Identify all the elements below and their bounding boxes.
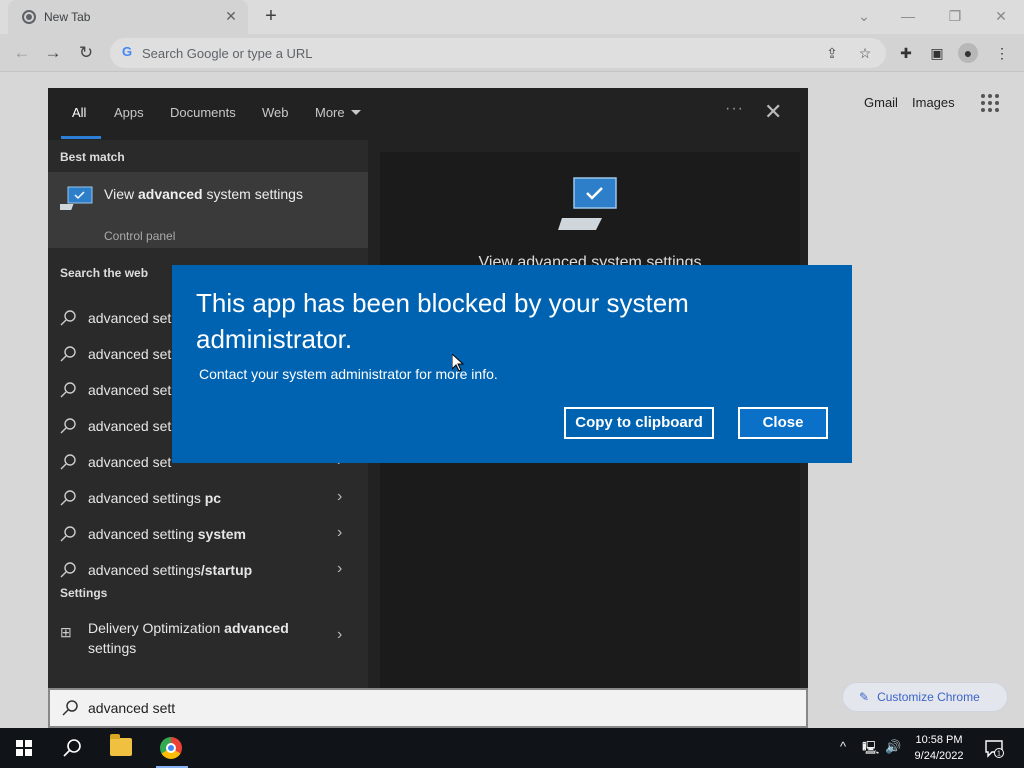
settings-heading: Settings bbox=[60, 586, 108, 600]
web-result-item[interactable]: advanced settings/startup › bbox=[48, 552, 368, 588]
tab-apps[interactable]: Apps bbox=[114, 105, 144, 120]
omnibox[interactable]: G Search Google or type a URL ⇪ ☆ bbox=[110, 38, 886, 68]
mouse-cursor-icon bbox=[452, 354, 464, 372]
notification-count: 1 bbox=[997, 751, 1001, 758]
windows-start-icon[interactable] bbox=[16, 740, 32, 756]
dialog-close-button[interactable]: Close bbox=[738, 407, 828, 439]
search-icon bbox=[60, 490, 76, 506]
tab-documents[interactable]: Documents bbox=[170, 105, 236, 120]
search-icon bbox=[60, 310, 76, 326]
search-icon bbox=[60, 346, 76, 362]
settings-item-delivery-optimization[interactable]: ⊞ Delivery Optimization advanced setting… bbox=[48, 618, 368, 668]
web-result-label: advanced settings pc bbox=[88, 490, 222, 506]
images-link[interactable]: Images bbox=[912, 95, 955, 110]
menu-kebab-icon[interactable]: ⋮ bbox=[992, 43, 1012, 63]
settings-item-label: Delivery Optimization advanced settings bbox=[88, 620, 289, 656]
share-icon[interactable]: ⇪ bbox=[822, 43, 842, 63]
clock-time: 10:58 PM bbox=[915, 734, 963, 746]
web-result-label: advanced set bbox=[88, 418, 172, 434]
profile-avatar-icon[interactable]: ● bbox=[958, 43, 978, 63]
google-g-icon: G bbox=[121, 44, 133, 59]
network-icon[interactable]: 🖳 bbox=[862, 739, 879, 761]
tab-search-chevron-icon[interactable]: ⌄ bbox=[850, 4, 878, 28]
search-icon bbox=[60, 382, 76, 398]
web-result-label: advanced setting system bbox=[88, 526, 247, 542]
web-result-label: advanced set bbox=[88, 454, 172, 470]
reload-icon[interactable]: ↻ bbox=[74, 41, 98, 65]
search-icon bbox=[60, 562, 76, 578]
forward-arrow-icon[interactable]: → bbox=[41, 41, 65, 65]
tab-new-tab[interactable]: New Tab ✕ bbox=[8, 0, 248, 34]
more-options-icon[interactable]: ··· bbox=[725, 100, 744, 118]
computer-preview-icon bbox=[558, 177, 617, 230]
search-close-icon[interactable]: ✕ bbox=[764, 100, 782, 124]
minimize-button[interactable]: — bbox=[894, 4, 922, 28]
tab-strip: New Tab ✕ + ⌄ — ❐ ✕ bbox=[0, 0, 1024, 34]
chrome-icon bbox=[160, 737, 182, 759]
pencil-icon: ✎ bbox=[859, 690, 870, 704]
active-tab-indicator bbox=[61, 136, 101, 139]
folder-icon bbox=[110, 734, 132, 756]
chrome-favicon-icon bbox=[22, 10, 36, 24]
settings-gear-icon: ⊞ bbox=[60, 624, 72, 640]
web-result-label: advanced set bbox=[88, 310, 172, 326]
customize-chrome-button[interactable]: ✎ Customize Chrome bbox=[842, 682, 1008, 712]
omnibox-placeholder: Search Google or type a URL bbox=[142, 46, 313, 61]
gmail-link[interactable]: Gmail bbox=[864, 95, 898, 110]
taskbar-clock[interactable]: 10:58 PM 9/24/2022 bbox=[904, 732, 974, 764]
web-result-label: advanced settings/startup bbox=[88, 562, 253, 578]
web-result-item[interactable]: advanced setting system › bbox=[48, 516, 368, 552]
search-icon bbox=[60, 526, 76, 542]
chevron-right-icon: › bbox=[337, 524, 343, 541]
tab-title: New Tab bbox=[44, 10, 91, 24]
window-close-button[interactable]: ✕ bbox=[987, 4, 1015, 28]
customize-chrome-label: Customize Chrome bbox=[877, 690, 980, 704]
new-tab-button[interactable]: + bbox=[260, 6, 282, 28]
best-match-subtitle: Control panel bbox=[104, 229, 176, 243]
copy-to-clipboard-button[interactable]: Copy to clipboard bbox=[564, 407, 714, 439]
caret-down-icon bbox=[350, 110, 361, 115]
tab-all[interactable]: All bbox=[72, 105, 86, 120]
search-filter-tabs: All Apps Documents Web More ··· ✕ bbox=[48, 88, 808, 140]
windows-taskbar: ^ 🖳 🔊 10:58 PM 9/24/2022 1 bbox=[0, 728, 1024, 768]
search-input[interactable]: advanced sett bbox=[48, 688, 808, 728]
search-query: advanced sett bbox=[88, 700, 176, 716]
chevron-right-icon: › bbox=[337, 560, 343, 577]
chrome-taskbar-button[interactable] bbox=[148, 728, 196, 768]
file-explorer-button[interactable] bbox=[98, 728, 146, 768]
back-arrow-icon[interactable]: ← bbox=[10, 41, 34, 65]
tab-close-icon[interactable]: ✕ bbox=[222, 7, 240, 25]
best-match-title: View advanced system settings bbox=[104, 186, 303, 202]
google-apps-icon[interactable] bbox=[981, 94, 999, 112]
browser-toolbar: ← → ↻ G Search Google or type a URL ⇪ ☆ … bbox=[0, 34, 1024, 72]
search-icon bbox=[60, 454, 76, 470]
tab-more-label: More bbox=[315, 105, 345, 120]
web-result-item[interactable]: advanced settings pc › bbox=[48, 480, 368, 516]
volume-icon[interactable]: 🔊 bbox=[885, 739, 901, 755]
search-icon bbox=[62, 700, 78, 716]
taskbar-search-icon[interactable] bbox=[62, 738, 82, 758]
chevron-right-icon: › bbox=[337, 626, 343, 643]
side-panel-icon[interactable]: ▣ bbox=[927, 43, 947, 63]
dialog-title: This app has been blocked by your system… bbox=[196, 288, 689, 354]
bookmark-star-icon[interactable]: ☆ bbox=[855, 43, 875, 63]
search-icon bbox=[60, 418, 76, 434]
app-blocked-dialog: This app has been blocked by your system… bbox=[172, 265, 852, 463]
clock-date: 9/24/2022 bbox=[914, 750, 964, 762]
notification-center-icon[interactable]: 1 bbox=[984, 738, 1004, 758]
tab-more[interactable]: More bbox=[315, 105, 361, 120]
tab-web[interactable]: Web bbox=[262, 105, 289, 120]
chevron-right-icon: › bbox=[337, 488, 343, 505]
web-result-label: advanced set bbox=[88, 382, 172, 398]
best-match-item[interactable]: View advanced system settings Control pa… bbox=[48, 172, 368, 248]
best-match-heading: Best match bbox=[60, 150, 125, 164]
restore-button[interactable]: ❐ bbox=[941, 4, 969, 28]
extensions-puzzle-icon[interactable]: ✚ bbox=[896, 43, 916, 63]
tray-chevron-up-icon[interactable]: ^ bbox=[840, 739, 846, 754]
web-result-label: advanced set bbox=[88, 346, 172, 362]
computer-icon bbox=[60, 186, 93, 210]
search-web-heading: Search the web bbox=[60, 266, 149, 280]
